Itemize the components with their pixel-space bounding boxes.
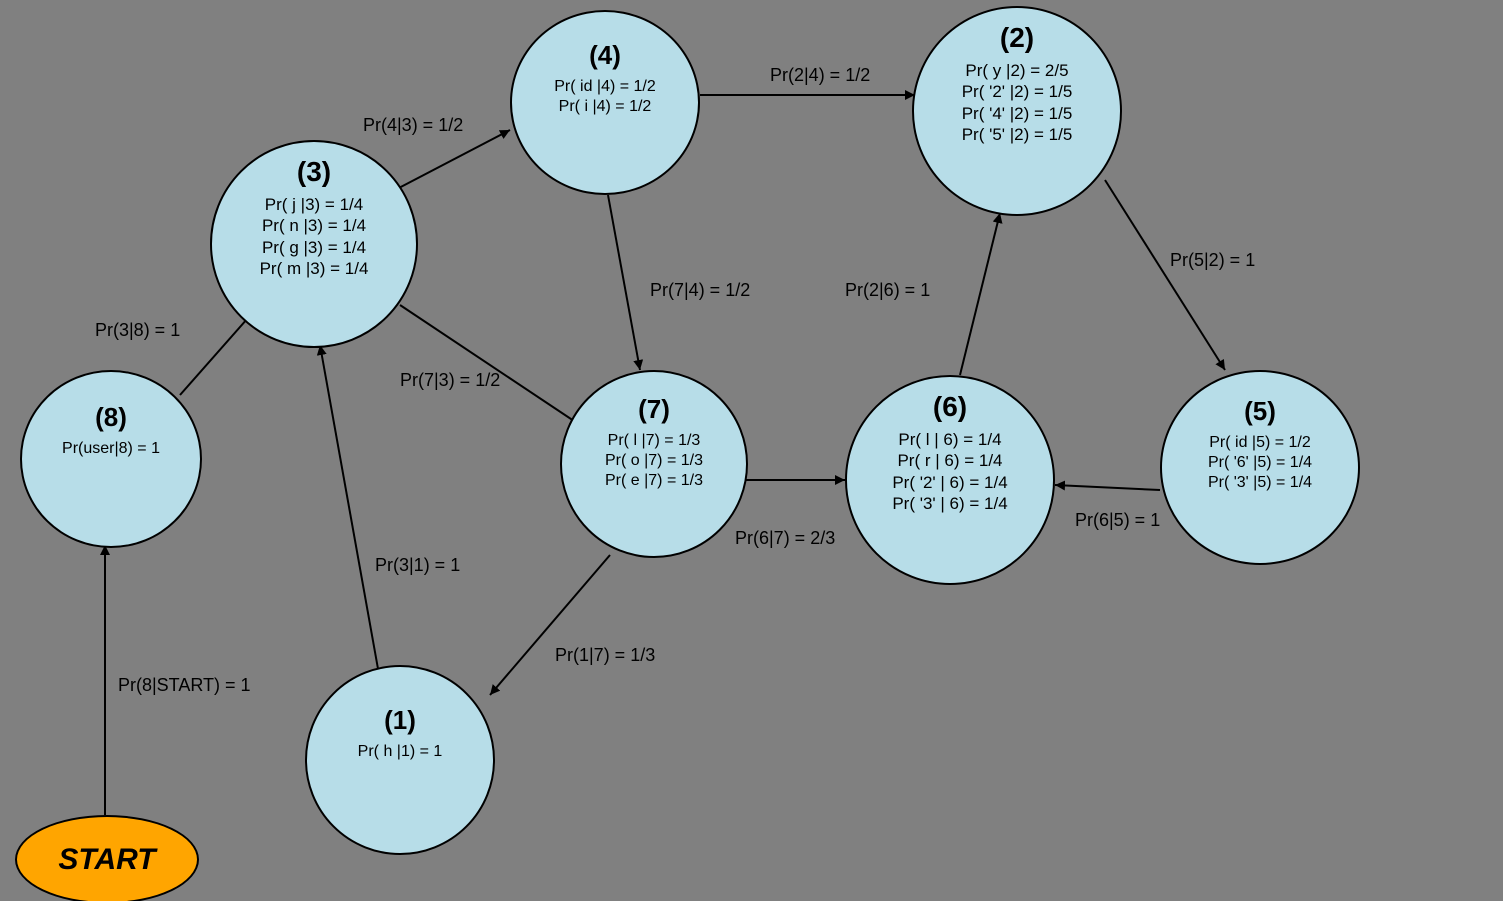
node-4: (4) Pr( id |4) = 1/2 Pr( i |4) = 1/2 (510, 10, 700, 195)
label-3-7: Pr(7|3) = 1/2 (400, 370, 500, 391)
edge-1-3 (320, 345, 380, 680)
node-2-lines: Pr( y |2) = 2/5 Pr( '2' |2) = 1/5 Pr( '4… (962, 60, 1073, 145)
node-5: (5) Pr( id |5) = 1/2 Pr( '6' |5) = 1/4 P… (1160, 370, 1360, 565)
node-1: (1) Pr( h |1) = 1 (305, 665, 495, 855)
node-3-title: (3) (297, 156, 331, 188)
node-8-lines: Pr(user|8) = 1 (62, 439, 160, 459)
edge-7-1 (490, 555, 610, 695)
edge-8-3 (180, 310, 255, 395)
node-1-title: (1) (384, 705, 416, 736)
start-node: START (15, 815, 199, 901)
label-4-7: Pr(7|4) = 1/2 (650, 280, 750, 301)
node-4-lines: Pr( id |4) = 1/2 Pr( i |4) = 1/2 (554, 77, 656, 117)
node-2: (2) Pr( y |2) = 2/5 Pr( '2' |2) = 1/5 Pr… (912, 6, 1122, 216)
node-3-lines: Pr( j |3) = 1/4 Pr( n |3) = 1/4 Pr( g |3… (260, 194, 369, 279)
edge-5-6 (1055, 485, 1160, 490)
label-3-4: Pr(4|3) = 1/2 (363, 115, 463, 136)
node-7: (7) Pr( l |7) = 1/3 Pr( o |7) = 1/3 Pr( … (560, 370, 748, 558)
label-start-8: Pr(8|START) = 1 (118, 675, 251, 696)
edge-3-7 (400, 305, 580, 425)
node-7-lines: Pr( l |7) = 1/3 Pr( o |7) = 1/3 Pr( e |7… (605, 431, 703, 491)
node-4-title: (4) (589, 40, 621, 71)
label-1-3: Pr(3|1) = 1 (375, 555, 460, 576)
node-6: (6) Pr( l | 6) = 1/4 Pr( r | 6) = 1/4 Pr… (845, 375, 1055, 585)
edge-2-5 (1105, 180, 1225, 370)
edge-3-4 (395, 130, 510, 190)
node-7-title: (7) (638, 394, 670, 425)
node-6-title: (6) (933, 391, 967, 423)
node-1-lines: Pr( h |1) = 1 (358, 742, 443, 762)
node-8-title: (8) (95, 402, 127, 433)
label-8-3: Pr(3|8) = 1 (95, 320, 180, 341)
edge-4-7 (608, 195, 640, 370)
label-7-1: Pr(1|7) = 1/3 (555, 645, 655, 666)
start-label: START (58, 843, 155, 877)
label-7-6: Pr(6|7) = 2/3 (735, 528, 835, 549)
node-5-lines: Pr( id |5) = 1/2 Pr( '6' |5) = 1/4 Pr( '… (1208, 433, 1312, 493)
node-6-lines: Pr( l | 6) = 1/4 Pr( r | 6) = 1/4 Pr( '2… (892, 429, 1007, 514)
label-6-2: Pr(2|6) = 1 (845, 280, 930, 301)
edge-6-2 (960, 213, 1000, 375)
node-8: (8) Pr(user|8) = 1 (20, 370, 202, 548)
node-5-title: (5) (1244, 396, 1276, 427)
node-3: (3) Pr( j |3) = 1/4 Pr( n |3) = 1/4 Pr( … (210, 140, 418, 348)
diagram-stage: START (8) Pr(user|8) = 1 (3) Pr( j |3) =… (0, 0, 1503, 901)
node-2-title: (2) (1000, 22, 1034, 54)
label-5-6: Pr(6|5) = 1 (1075, 510, 1160, 531)
label-2-5: Pr(5|2) = 1 (1170, 250, 1255, 271)
label-4-2: Pr(2|4) = 1/2 (770, 65, 870, 86)
